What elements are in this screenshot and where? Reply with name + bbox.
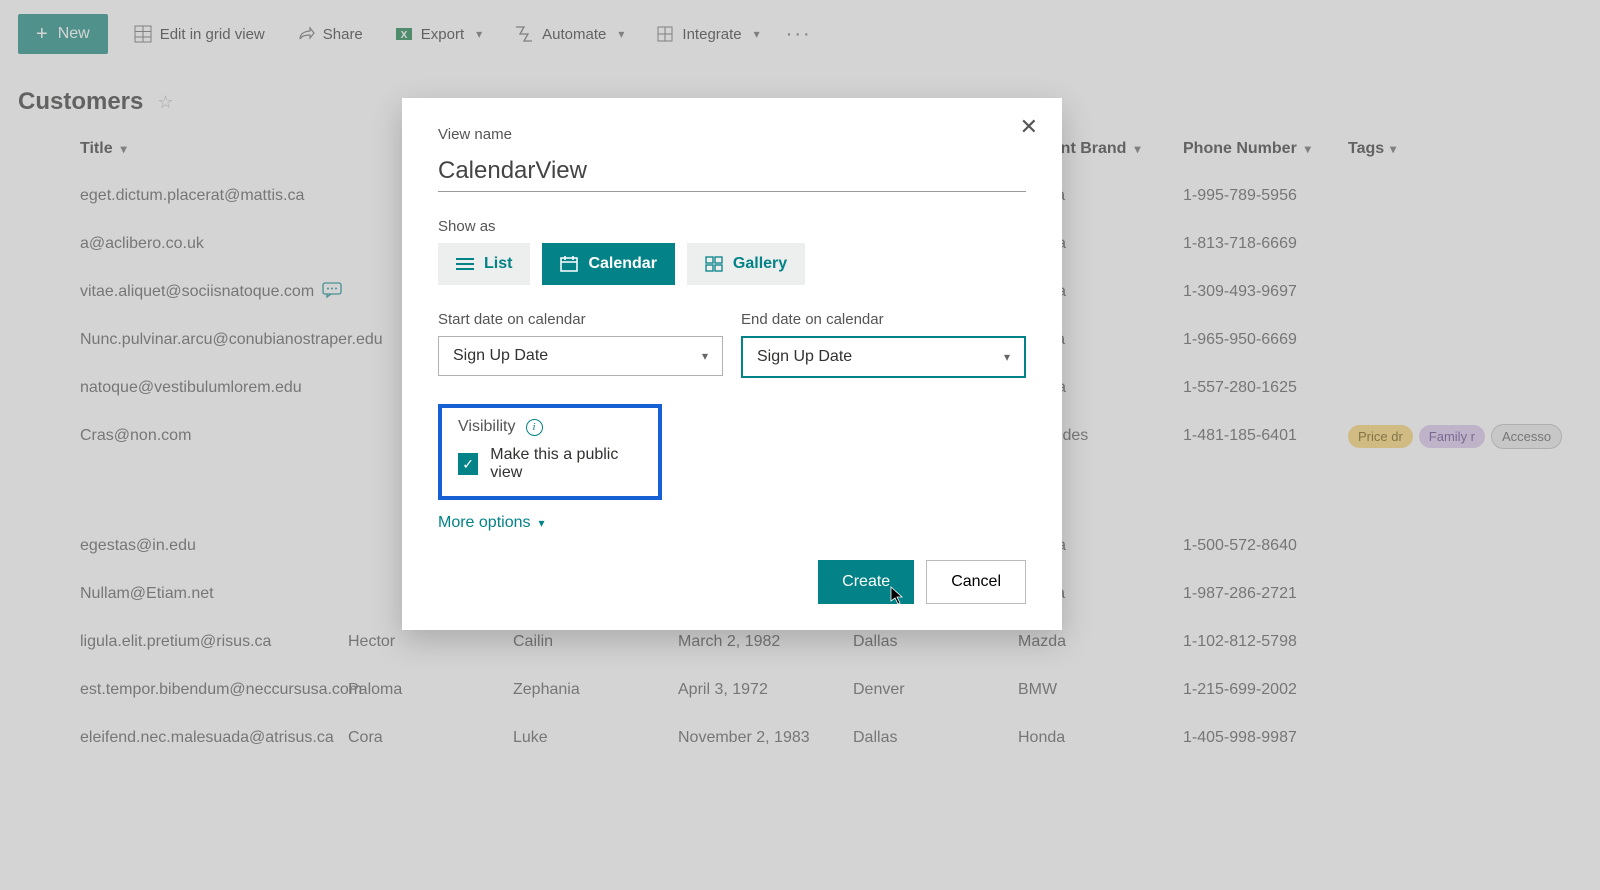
calendar-icon xyxy=(560,256,578,272)
show-as-gallery-button[interactable]: Gallery xyxy=(687,243,805,285)
checkbox-checked-icon: ✓ xyxy=(458,453,478,475)
more-options-button[interactable]: More options ▾ xyxy=(438,514,1026,532)
create-view-modal: ✕ View name Show as List Calendar Galler… xyxy=(402,98,1062,630)
end-date-label: End date on calendar xyxy=(741,311,1026,328)
visibility-label: Visibility xyxy=(458,418,516,436)
gallery-label: Gallery xyxy=(733,255,787,273)
start-date-select[interactable]: Sign Up Date ▾ xyxy=(438,336,723,376)
date-row: Start date on calendar Sign Up Date ▾ En… xyxy=(438,311,1026,378)
show-as-row: List Calendar Gallery xyxy=(438,243,1026,285)
list-label: List xyxy=(484,255,512,273)
start-date-col: Start date on calendar Sign Up Date ▾ xyxy=(438,311,723,378)
close-button[interactable]: ✕ xyxy=(1020,114,1038,140)
view-name-label: View name xyxy=(438,126,1026,143)
start-date-value: Sign Up Date xyxy=(453,347,548,365)
chevron-down-icon: ▾ xyxy=(1004,350,1010,364)
visibility-section: Visibility i ✓ Make this a public view xyxy=(438,404,662,500)
cancel-button[interactable]: Cancel xyxy=(926,560,1026,604)
more-options-label: More options xyxy=(438,514,531,532)
show-as-label: Show as xyxy=(438,218,1026,235)
show-as-calendar-button[interactable]: Calendar xyxy=(542,243,674,285)
create-button[interactable]: Create xyxy=(818,560,914,604)
start-date-label: Start date on calendar xyxy=(438,311,723,328)
end-date-select[interactable]: Sign Up Date ▾ xyxy=(741,336,1026,378)
visibility-header: Visibility i xyxy=(458,418,642,436)
gallery-icon xyxy=(705,256,723,272)
view-name-input[interactable] xyxy=(438,151,1026,192)
end-date-value: Sign Up Date xyxy=(757,348,852,366)
end-date-col: End date on calendar Sign Up Date ▾ xyxy=(741,311,1026,378)
modal-actions: Create Cancel xyxy=(438,560,1026,604)
info-icon[interactable]: i xyxy=(526,419,543,436)
list-icon xyxy=(456,257,474,271)
public-view-label: Make this a public view xyxy=(490,446,642,482)
show-as-list-button[interactable]: List xyxy=(438,243,530,285)
public-view-checkbox-row[interactable]: ✓ Make this a public view xyxy=(458,446,642,482)
chevron-down-icon: ▾ xyxy=(702,349,708,363)
calendar-label: Calendar xyxy=(588,255,656,273)
chevron-down-icon: ▾ xyxy=(539,516,545,530)
